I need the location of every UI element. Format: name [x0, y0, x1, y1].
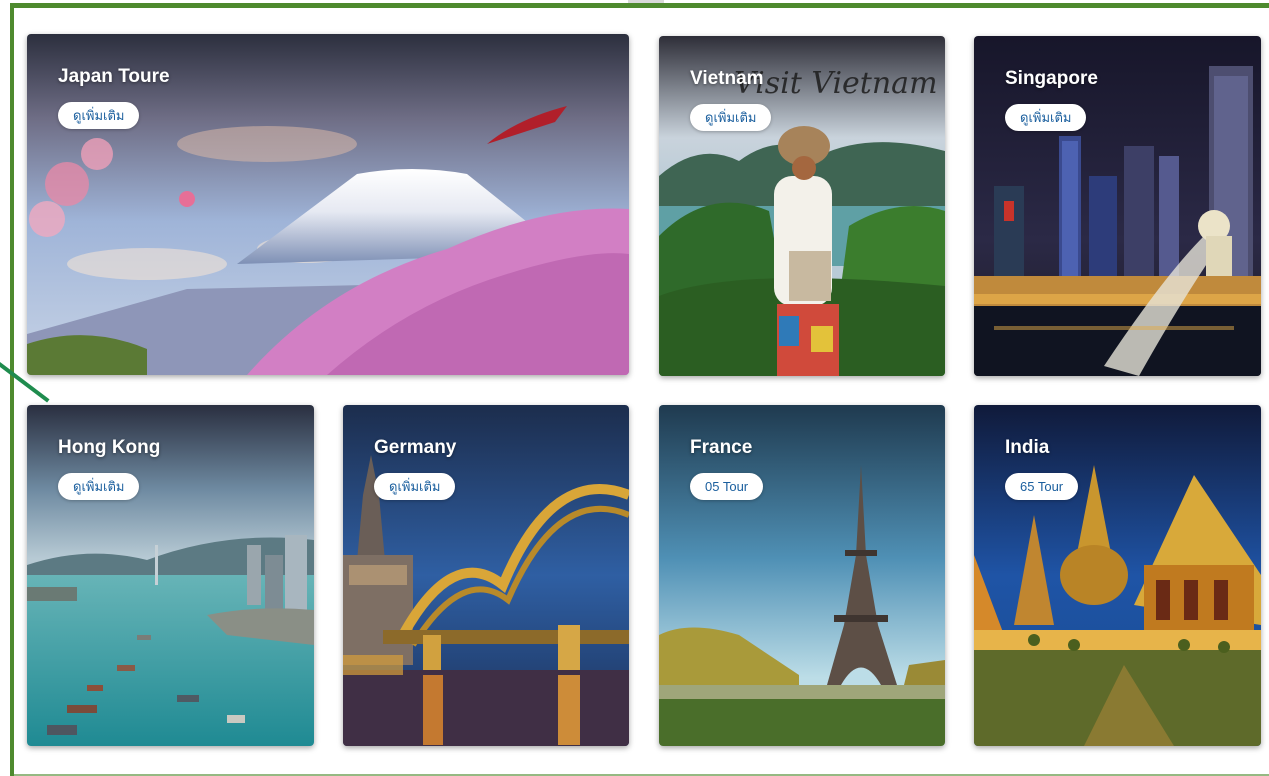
destination-card-germany[interactable]: Germany ดูเพิ่มเติม	[343, 405, 629, 746]
view-more-button[interactable]: ดูเพิ่มเติม	[58, 102, 140, 129]
destination-title: Germany	[374, 437, 457, 458]
tour-count-button[interactable]: 65 Tour	[1005, 473, 1079, 500]
destination-title: India	[1005, 437, 1050, 458]
destination-card-vietnam[interactable]: Visit Vietnam Vietnam ดูเพิ่มเติม	[659, 36, 945, 376]
view-more-button[interactable]: ดูเพิ่มเติม	[374, 473, 456, 500]
destination-card-france[interactable]: France 05 Tour	[659, 405, 945, 746]
destination-title: Singapore	[1005, 68, 1098, 89]
view-more-button[interactable]: ดูเพิ่มเติม	[58, 473, 140, 500]
destination-card-hongkong[interactable]: Hong Kong ดูเพิ่มเติม	[27, 405, 314, 746]
frame-border-top	[10, 3, 1269, 8]
destination-title: Hong Kong	[58, 437, 161, 458]
tour-count-button[interactable]: 05 Tour	[690, 473, 764, 500]
view-more-button[interactable]: ดูเพิ่มเติม	[690, 104, 772, 131]
destination-title: Japan Toure	[58, 66, 170, 87]
view-more-button[interactable]: ดูเพิ่มเติม	[1005, 104, 1087, 131]
frame-border-left	[10, 3, 14, 776]
destination-card-india[interactable]: India 65 Tour	[974, 405, 1261, 746]
visit-vietnam-overlay-text: Visit Vietnam	[734, 66, 938, 101]
destination-title: France	[690, 437, 753, 458]
destination-card-singapore[interactable]: Singapore ดูเพิ่มเติม	[974, 36, 1261, 376]
destination-title: Vietnam	[690, 68, 764, 89]
destination-card-japan[interactable]: Japan Toure ดูเพิ่มเติม	[27, 34, 629, 375]
